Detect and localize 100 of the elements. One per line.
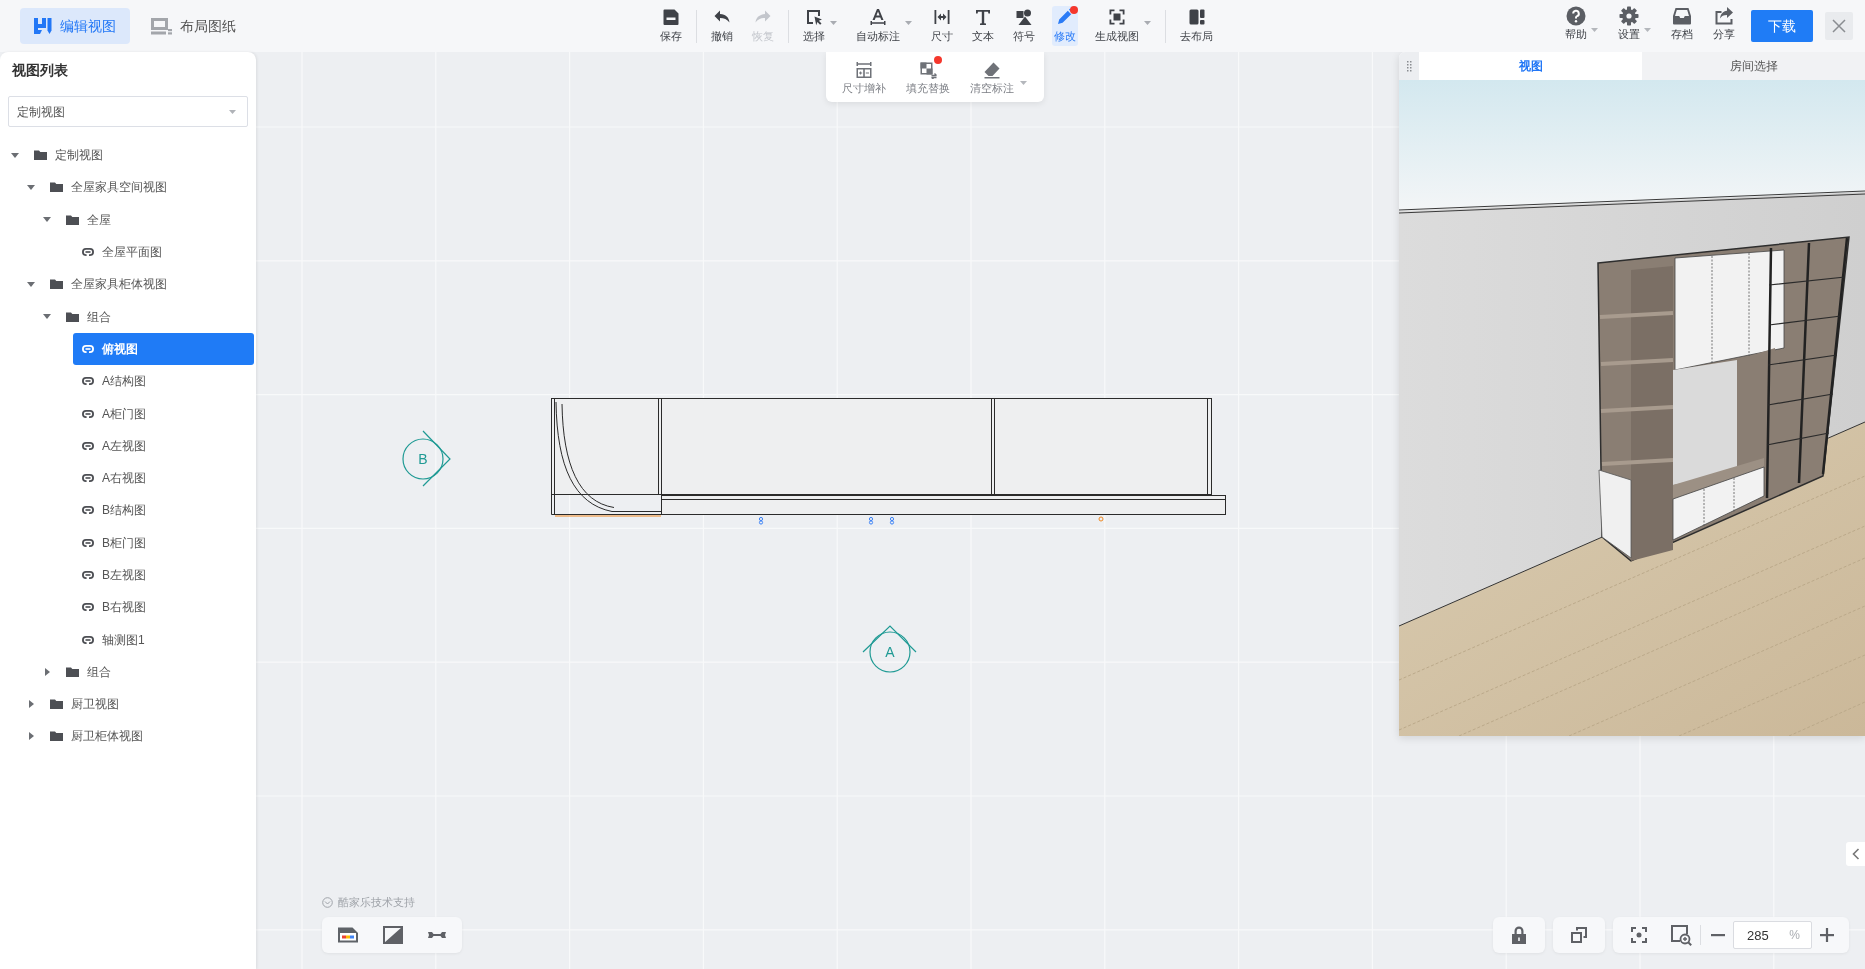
tree-item[interactable]: 全屋平面图: [73, 236, 171, 269]
tree-item[interactable]: B结构图: [73, 494, 155, 527]
link-icon: [82, 409, 94, 418]
letter-dimension-icon: [869, 8, 887, 26]
caret-down-icon[interactable]: [27, 184, 35, 190]
toolbar-button[interactable]: 保存: [658, 6, 684, 46]
cursor-select-icon: [805, 8, 823, 26]
link-icon: [82, 635, 94, 644]
link-icon: [82, 377, 94, 386]
color-card-icon[interactable]: [337, 926, 359, 944]
tree-item[interactable]: B右视图: [73, 591, 155, 624]
focus-icon[interactable]: [1630, 926, 1648, 944]
header-button[interactable]: 存档: [1671, 5, 1693, 47]
toolbar-button[interactable]: 撤销: [709, 6, 735, 46]
shapes-icon: [1015, 8, 1033, 26]
toolbar-button[interactable]: 符号: [1011, 6, 1037, 46]
header-button[interactable]: 设置: [1618, 5, 1651, 47]
tree-item[interactable]: A左视图: [73, 429, 155, 462]
panel-tab[interactable]: 房间选择: [1642, 52, 1865, 80]
lock-button[interactable]: [1493, 917, 1545, 953]
caret-right-icon[interactable]: [28, 732, 34, 741]
header-button[interactable]: 帮助: [1565, 5, 1598, 47]
checker-swap-icon: [919, 61, 937, 79]
tree-item[interactable]: 组合: [57, 655, 120, 688]
view-marker[interactable]: [862, 625, 917, 673]
close-button[interactable]: [1825, 12, 1853, 40]
toolbar-button[interactable]: 自动标注: [854, 6, 914, 46]
caret-down-icon: [229, 109, 236, 114]
caret-down-icon[interactable]: [27, 281, 35, 287]
link-icon: [82, 571, 94, 579]
tree-item[interactable]: 定制视图: [25, 139, 112, 172]
tree-item[interactable]: 组合: [57, 300, 120, 333]
download-button[interactable]: 下载: [1751, 10, 1813, 42]
zoom-window-icon[interactable]: [1670, 924, 1692, 946]
view-select[interactable]: 定制视图: [8, 96, 248, 127]
plus-icon[interactable]: [1820, 928, 1834, 942]
toolbar-button[interactable]: 选择: [801, 6, 839, 46]
focus-frame-icon: [1108, 8, 1126, 26]
collapse-button[interactable]: [1846, 842, 1865, 866]
caret-down-icon[interactable]: [43, 314, 51, 320]
copy-icon: [1570, 926, 1588, 944]
layout-sheet-icon: [151, 17, 172, 35]
link-icon: [82, 248, 94, 257]
folder-icon: [50, 279, 63, 290]
lock-icon: [1511, 925, 1527, 945]
tree-item[interactable]: 全屋家具柜体视图: [41, 268, 176, 301]
link-icon: [82, 344, 94, 353]
tree-item[interactable]: A结构图: [73, 365, 155, 398]
support-credit: 酷家乐技术支持: [338, 895, 415, 909]
bone-icon[interactable]: [427, 930, 447, 940]
submenu-button[interactable]: 填充替换: [906, 55, 950, 96]
toolbar-button[interactable]: 文本: [970, 6, 996, 46]
drag-handle[interactable]: [1399, 52, 1419, 80]
toolbar-button[interactable]: 去布局: [1178, 6, 1215, 46]
folder-icon: [66, 311, 79, 322]
link-icon: [82, 603, 94, 612]
copy-button[interactable]: [1553, 917, 1605, 953]
folder-icon: [66, 214, 79, 225]
tree-item[interactable]: A柜门图: [73, 397, 155, 430]
caret-right-icon[interactable]: [44, 667, 50, 676]
tree-item[interactable]: 厨卫视图: [41, 688, 128, 721]
toolbar-button[interactable]: 生成视图: [1093, 6, 1153, 46]
link-icon: [82, 474, 94, 483]
caret-down-icon[interactable]: [11, 152, 19, 158]
toolbar-button[interactable]: 修改: [1052, 6, 1078, 46]
submenu-button[interactable]: 尺寸增补: [842, 55, 886, 96]
save-icon: [662, 8, 680, 26]
tree-item[interactable]: 全屋家具空间视图: [41, 171, 176, 204]
pencil-icon: [1056, 8, 1074, 26]
help-icon: [1566, 6, 1586, 26]
submenu-button[interactable]: 清空标注: [970, 55, 1027, 96]
settings-icon: [1619, 6, 1639, 26]
caret-right-icon[interactable]: [28, 700, 34, 709]
mode-tab[interactable]: 编辑视图: [20, 8, 130, 44]
panel-title: 视图列表: [11, 61, 69, 80]
tree-item[interactable]: 全屋: [57, 203, 120, 236]
folder-icon: [66, 666, 79, 677]
split-panel-icon: [1187, 8, 1206, 26]
caret-down-icon[interactable]: [43, 217, 51, 223]
chevron-left-icon: [1851, 848, 1860, 860]
marker-letter: B: [418, 451, 428, 467]
tree-item[interactable]: A右视图: [73, 462, 155, 495]
link-icon: [82, 441, 94, 450]
link-icon: [82, 506, 94, 515]
half-fill-icon[interactable]: [383, 926, 403, 944]
header-button[interactable]: 分享: [1713, 5, 1735, 47]
close-icon: [1832, 19, 1846, 33]
mode-tab[interactable]: 布局图纸: [137, 8, 250, 44]
tree-item[interactable]: B左视图: [73, 559, 155, 591]
toolbar-button[interactable]: 尺寸: [929, 6, 955, 46]
tree-item[interactable]: 俯视图: [73, 332, 254, 365]
view-marker[interactable]: [402, 430, 451, 487]
share-icon: [1714, 6, 1734, 26]
link-icon: [82, 538, 94, 547]
folder-icon: [50, 731, 63, 742]
tree-item[interactable]: 厨卫柜体视图: [41, 720, 152, 753]
marker-letter: A: [885, 644, 895, 660]
tree-item[interactable]: 轴测图1: [73, 623, 154, 656]
dimension-icon: [933, 8, 951, 26]
tree-item[interactable]: B柜门图: [73, 526, 155, 559]
